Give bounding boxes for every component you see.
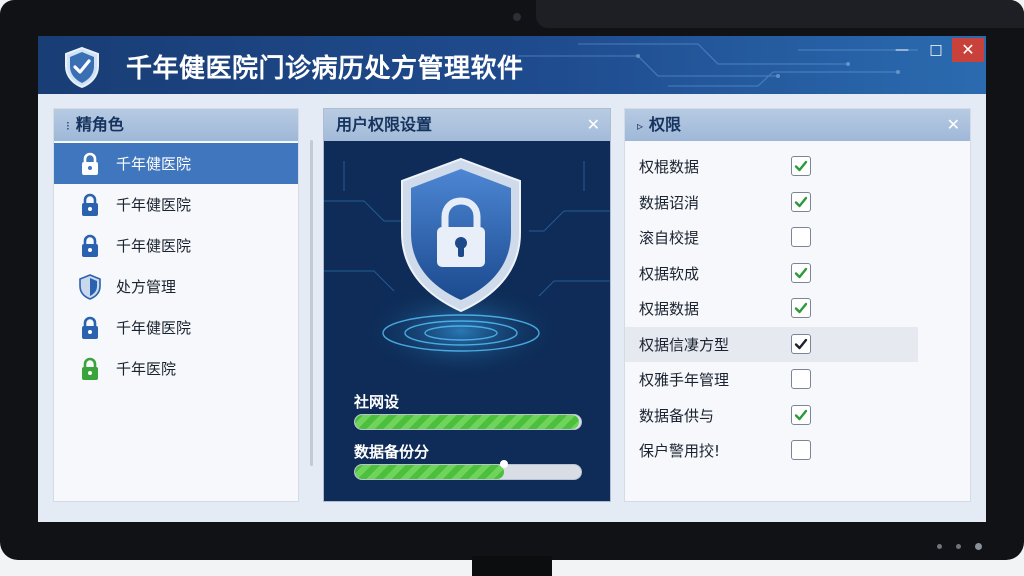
checkmark-icon bbox=[794, 196, 808, 207]
shield-icon bbox=[78, 273, 102, 300]
checkmark-icon bbox=[794, 409, 808, 420]
progress-label-1: 社网设 bbox=[354, 393, 400, 411]
role-item[interactable]: 千年健医院 bbox=[54, 307, 298, 348]
close-window-button[interactable]: ✕ bbox=[952, 38, 984, 62]
permission-checkbox[interactable] bbox=[791, 440, 811, 460]
checkmark-icon bbox=[794, 267, 808, 278]
checkmark-icon bbox=[794, 302, 808, 314]
permission-row: 权据数据 bbox=[625, 291, 970, 327]
permission-label: 权据信凄方型 bbox=[639, 335, 730, 354]
lock-icon bbox=[78, 315, 102, 341]
roles-panel-header: ⁝ 精角色 bbox=[54, 109, 298, 141]
permission-label: 权据软成 bbox=[639, 264, 700, 283]
app-title: 千年健医院门诊病历处方管理软件 bbox=[126, 54, 524, 84]
permission-checkbox[interactable] bbox=[791, 404, 811, 425]
permission-list: 权棍数据数据诏消滚自校提权据软成权据数据权据信凄方型 权雅手年管理 数据备供与保户警… bbox=[625, 149, 970, 469]
lock-icon bbox=[78, 151, 102, 177]
permission-label: 数据备供与 bbox=[639, 406, 715, 425]
permission-label: 权棍数据 bbox=[639, 158, 700, 177]
expand-icon: ▹ bbox=[637, 119, 644, 133]
permission-row: 保户警用挍! bbox=[625, 433, 970, 469]
role-item-label: 千年健医院 bbox=[116, 196, 192, 214]
circuit-decoration bbox=[518, 43, 918, 87]
minimize-button[interactable]: — bbox=[886, 38, 918, 62]
permission-label: 滚自校提 bbox=[639, 229, 700, 248]
settings-panel-title: 用户权限设置 bbox=[336, 115, 433, 134]
permissions-panel-header: ▹ 权限 ✕ bbox=[625, 109, 970, 141]
permission-row: 权据软成 bbox=[625, 256, 970, 292]
progress-fill-1 bbox=[355, 415, 579, 429]
permission-checkbox[interactable] bbox=[791, 298, 811, 318]
settings-panel-header: 用户权限设置 ✕ bbox=[324, 109, 610, 141]
lock-icon bbox=[78, 192, 102, 218]
permission-checkbox[interactable] bbox=[791, 156, 811, 176]
permission-checkbox[interactable] bbox=[791, 369, 811, 389]
monitor-stand bbox=[472, 556, 552, 576]
permission-label: 权据数据 bbox=[639, 300, 700, 319]
role-item-label: 处方管理 bbox=[116, 278, 177, 296]
role-item-label: 千年医院 bbox=[116, 360, 177, 378]
monitor-button-dot bbox=[937, 544, 942, 549]
role-item[interactable]: 千年健医院 bbox=[54, 225, 298, 266]
checkmark-icon bbox=[794, 160, 808, 172]
permission-label: 数据诏消 bbox=[639, 193, 700, 212]
scrollbar[interactable] bbox=[310, 140, 313, 466]
lock-icon bbox=[78, 233, 102, 259]
permissions-panel-close-icon[interactable]: ✕ bbox=[947, 109, 960, 141]
progress-bar-2 bbox=[354, 464, 582, 480]
app-window: 千年健医院门诊病历处方管理软件 — □ ✕ ⁝ 精角色 千年健医院 千年健医院 千年健… bbox=[38, 36, 986, 522]
monitor-bezel: 千年健医院门诊病历处方管理软件 — □ ✕ ⁝ 精角色 千年健医院 千年健医院 千年健… bbox=[0, 0, 1024, 560]
permission-checkbox[interactable] bbox=[791, 191, 811, 212]
permission-row: 权棍数据 bbox=[625, 149, 970, 185]
permission-checkbox[interactable] bbox=[791, 227, 811, 247]
permissions-panel-title: 权限 bbox=[649, 115, 682, 134]
role-item[interactable]: 千年医院 bbox=[54, 348, 298, 389]
permission-checkbox[interactable] bbox=[791, 333, 811, 354]
user-permission-settings-panel: 用户权限设置 ✕ 社网设 数据备份分 bbox=[323, 108, 611, 502]
role-item[interactable]: 处方管理 bbox=[54, 266, 298, 307]
progress-label-2: 数据备份分 bbox=[354, 443, 430, 461]
permission-row: 权雅手年管理 bbox=[625, 362, 970, 398]
maximize-button[interactable]: □ bbox=[920, 38, 952, 62]
monitor-buttons bbox=[937, 543, 982, 550]
progress-bar-1 bbox=[354, 414, 582, 430]
permission-row: 数据备供与 bbox=[625, 398, 970, 434]
permission-checkbox[interactable] bbox=[791, 262, 811, 283]
permission-row: 权据信凄方型 bbox=[625, 326, 918, 362]
power-button-icon bbox=[975, 543, 982, 550]
role-item-label: 千年健医院 bbox=[116, 155, 192, 173]
role-item[interactable]: 千年健医院 bbox=[54, 184, 298, 225]
checkmark-icon bbox=[794, 338, 808, 349]
role-list: 千年健医院 千年健医院 千年健医院 处方管理 千年健医院 千年医院 bbox=[54, 143, 298, 389]
monitor-button-dot bbox=[956, 544, 961, 549]
app-shield-icon bbox=[65, 46, 99, 88]
permission-row: 数据诏消 bbox=[625, 185, 970, 221]
permission-row: 滚自校提 bbox=[625, 220, 970, 256]
settings-panel-close-icon[interactable]: ✕ bbox=[587, 109, 600, 141]
roles-panel: ⁝ 精角色 千年健医院 千年健医院 千年健医院 处方管理 千年健医院 千年医院 bbox=[53, 108, 299, 502]
webcam-icon bbox=[513, 13, 521, 21]
permission-label: 权雅手年管理 bbox=[639, 371, 730, 390]
role-item-label: 千年健医院 bbox=[116, 319, 192, 337]
progress-fill-2 bbox=[355, 465, 505, 479]
role-item[interactable]: 千年健医院 bbox=[54, 143, 298, 184]
role-item-label: 千年健医院 bbox=[116, 237, 192, 255]
lock-icon bbox=[78, 356, 102, 382]
title-bar: 千年健医院门诊病历处方管理软件 — □ ✕ bbox=[38, 36, 986, 94]
permission-label: 保户警用挍! bbox=[639, 442, 721, 461]
roles-panel-title: 精角色 bbox=[75, 115, 124, 134]
grip-icon: ⁝ bbox=[66, 119, 70, 133]
bezel-top-strip bbox=[536, 0, 1024, 28]
permissions-panel: ▹ 权限 ✕ 权棍数据数据诏消滚自校提权据软成权据数据权据信凄方型 权雅手年管理 数据… bbox=[624, 108, 971, 502]
